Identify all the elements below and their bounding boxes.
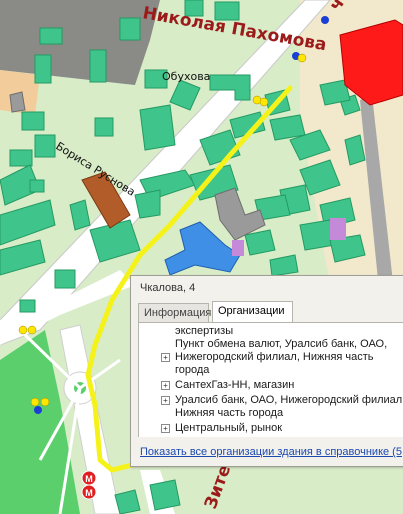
svg-text:M: M (85, 488, 93, 498)
grey-zone (0, 0, 160, 85)
list-item-text: Уралсиб банк, ОАО, Нижегородский филиал, (175, 394, 403, 406)
svg-text:M: M (85, 474, 93, 484)
expand-plus-icon[interactable]: + (161, 424, 170, 433)
expand-plus-icon[interactable]: + (161, 353, 170, 362)
list-item-text: Пункт обмена валют, Уралсиб банк, ОАО, (175, 338, 388, 350)
list-item-text: Нижняя часть города (175, 407, 284, 419)
list-item-text: СантехГаз-НН, магазин (175, 379, 295, 391)
expand-plus-icon[interactable]: + (161, 396, 170, 405)
list-item-text: экспертизы (175, 325, 234, 337)
list-item-text: города (175, 364, 210, 376)
purple-building-2 (232, 240, 244, 256)
expand-plus-icon[interactable]: + (161, 381, 170, 390)
organizations-list[interactable]: экспертизы Пункт обмена валют, Уралсиб б… (138, 322, 403, 437)
list-item-text: Центральный, рынок (175, 422, 283, 434)
street-label-small: Обухова (162, 70, 210, 83)
show-all-organizations-link[interactable]: Показать все организации здания в справо… (140, 446, 402, 458)
tab-information[interactable]: Информация (138, 303, 211, 322)
purple-building (330, 218, 346, 240)
tab-organizations[interactable]: Организации (212, 301, 293, 322)
info-popup[interactable]: Чкалова, 4 Информация Организации экспер… (130, 275, 403, 467)
list-item-text: Нижегородский филиал, Нижняя часть (175, 351, 374, 363)
popup-title: Чкалова, 4 (140, 282, 196, 294)
